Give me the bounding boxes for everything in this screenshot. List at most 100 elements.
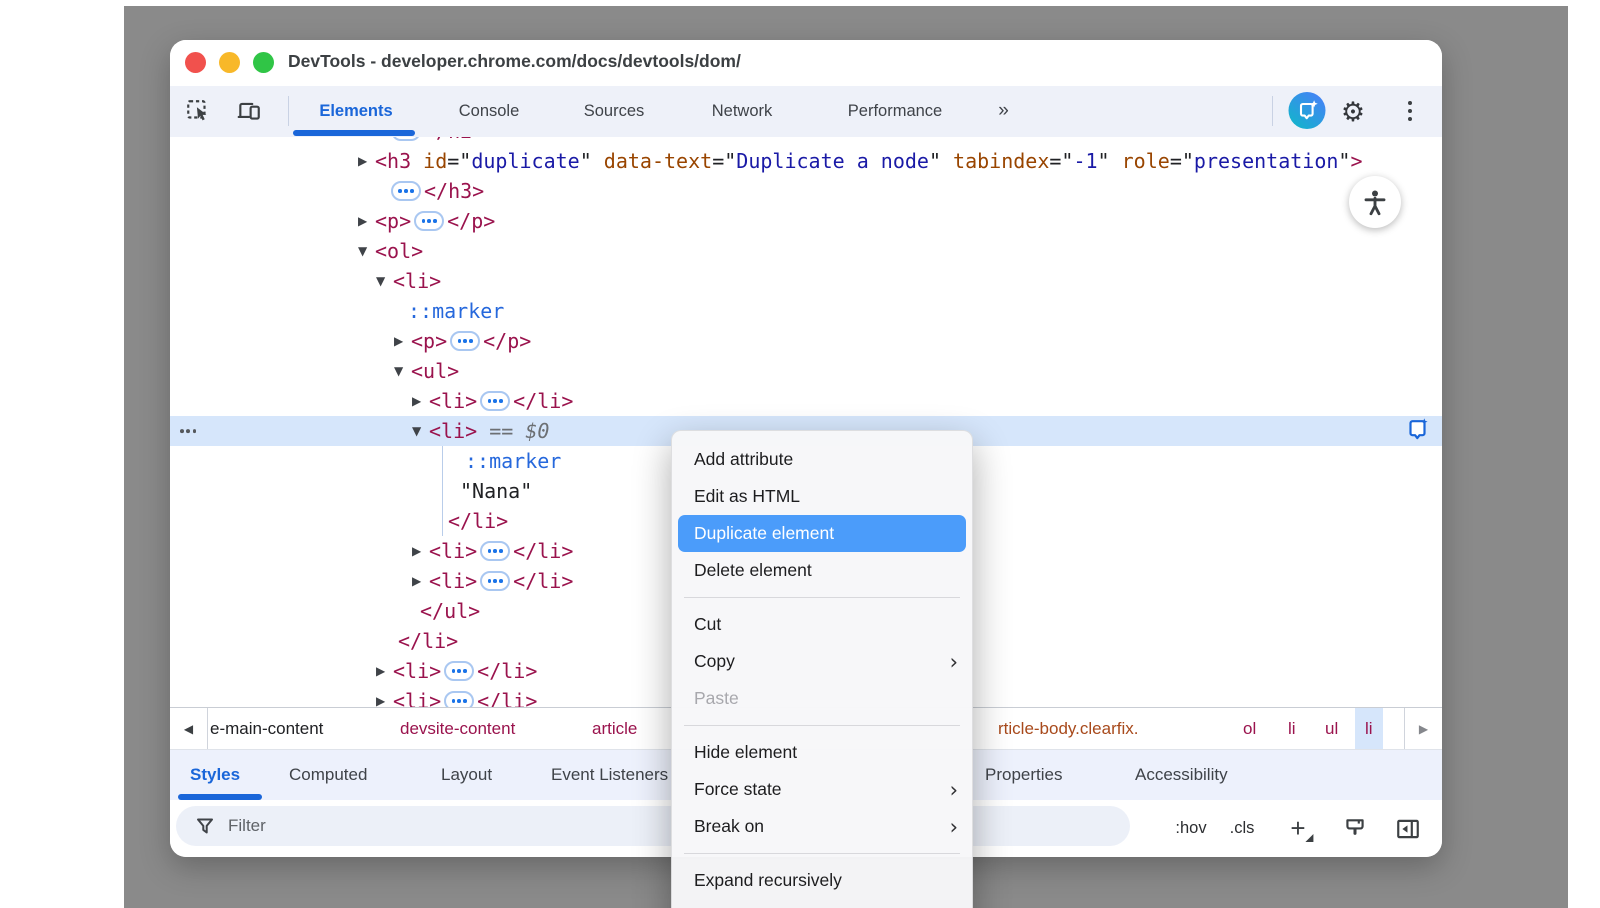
screenshot-stage: DevTools - developer.chrome.com/docs/dev… bbox=[0, 0, 1600, 908]
menu-item-add-attribute[interactable]: Add attribute bbox=[672, 441, 972, 478]
inline-ellipsis-icon[interactable] bbox=[450, 331, 480, 351]
dom-token-tag: </li> bbox=[513, 569, 573, 593]
expander-arrow-right-icon[interactable]: ▶ bbox=[412, 544, 429, 558]
device-toolbar-icon[interactable] bbox=[234, 96, 264, 126]
dom-node-row[interactable]: ▼<ol> bbox=[170, 236, 1442, 266]
dom-token-tag: <h3 bbox=[375, 149, 411, 173]
breadcrumb-scroll-right-button[interactable]: ▶ bbox=[1404, 708, 1442, 749]
dom-token-tag: <p> bbox=[375, 209, 411, 233]
settings-gear-icon[interactable]: ⚙ bbox=[1338, 97, 1368, 127]
dom-node-row[interactable]: </h3> bbox=[170, 176, 1442, 206]
toggle-hover-state-button[interactable]: :hov bbox=[1175, 800, 1206, 857]
inline-ellipsis-icon[interactable] bbox=[444, 691, 474, 707]
inline-ellipsis-icon[interactable] bbox=[480, 541, 510, 561]
menu-item-cut[interactable]: Cut bbox=[672, 606, 972, 643]
inline-ellipsis-icon[interactable] bbox=[444, 661, 474, 681]
tab-styles[interactable]: Styles bbox=[190, 750, 240, 800]
dom-token-tag: <li> bbox=[429, 419, 477, 443]
menu-item-force-state[interactable]: Force state› bbox=[672, 771, 972, 808]
new-style-rule-button[interactable]: + bbox=[1290, 800, 1305, 857]
dom-node-row[interactable]: ▶<p></p> bbox=[170, 206, 1442, 236]
dom-node-row[interactable]: ▼<li> bbox=[170, 266, 1442, 296]
dom-token-tag: </p> bbox=[483, 329, 531, 353]
tab-layout[interactable]: Layout bbox=[441, 750, 492, 800]
expander-arrow-down-icon[interactable]: ▼ bbox=[394, 364, 411, 378]
accessibility-overlay-button[interactable] bbox=[1349, 176, 1401, 228]
expander-arrow-right-icon[interactable]: ▶ bbox=[412, 574, 429, 588]
menu-item-edit-as-html[interactable]: Edit as HTML bbox=[672, 478, 972, 515]
breadcrumb-item-article[interactable]: article bbox=[592, 708, 637, 749]
context-menu: Add attributeEdit as HTMLDuplicate eleme… bbox=[671, 430, 973, 908]
breadcrumb-scroll-left-button[interactable]: ◀ bbox=[170, 708, 208, 749]
accessibility-person-icon bbox=[1360, 187, 1390, 217]
tab-event-listeners[interactable]: Event Listeners bbox=[551, 750, 668, 800]
row-more-actions-icon[interactable] bbox=[180, 429, 196, 433]
breadcrumb-item-li[interactable]: li bbox=[1288, 708, 1296, 749]
tab-properties[interactable]: Properties bbox=[985, 750, 1062, 800]
breadcrumb-item-ol[interactable]: ol bbox=[1243, 708, 1256, 749]
expander-arrow-right-icon[interactable]: ▶ bbox=[412, 394, 429, 408]
tab-elements[interactable]: Elements bbox=[319, 86, 392, 136]
inline-ellipsis-icon[interactable] bbox=[480, 571, 510, 591]
inline-ellipsis-icon[interactable] bbox=[391, 137, 421, 141]
expander-arrow-right-icon[interactable]: ▶ bbox=[358, 154, 375, 168]
inline-ellipsis-icon[interactable] bbox=[414, 211, 444, 231]
dom-node-row[interactable]: </h2> bbox=[170, 137, 1442, 146]
kebab-menu-icon[interactable] bbox=[1395, 96, 1425, 126]
expander-arrow-right-icon[interactable]: ▶ bbox=[358, 214, 375, 228]
menu-item-copy[interactable]: Copy› bbox=[672, 643, 972, 680]
close-window-button[interactable] bbox=[185, 52, 206, 73]
tab-computed[interactable]: Computed bbox=[289, 750, 367, 800]
dom-node-row[interactable]: ▶<h3 id="duplicate" data-text="Duplicate… bbox=[170, 146, 1442, 176]
dom-token-tag: <li> bbox=[393, 689, 441, 707]
breadcrumb-item-devsite-content[interactable]: devsite-content bbox=[400, 708, 515, 749]
menu-item-duplicate-element[interactable]: Duplicate element bbox=[678, 515, 966, 552]
tab-sources[interactable]: Sources bbox=[584, 86, 645, 136]
ai-assistant-icon[interactable] bbox=[1289, 92, 1326, 129]
tab-performance[interactable]: Performance bbox=[848, 86, 942, 136]
dom-token-eq: == bbox=[477, 419, 525, 443]
inspect-element-icon[interactable] bbox=[183, 96, 213, 126]
menu-item-delete-element[interactable]: Delete element bbox=[672, 552, 972, 589]
expander-arrow-down-icon[interactable]: ▼ bbox=[376, 274, 393, 288]
toggle-element-classes-button[interactable]: .cls bbox=[1230, 800, 1255, 857]
toolbar-right-divider bbox=[1272, 96, 1273, 126]
expander-arrow-right-icon[interactable]: ▶ bbox=[376, 694, 393, 707]
dom-token-tag: </li> bbox=[477, 689, 537, 707]
expander-arrow-down-icon[interactable]: ▼ bbox=[412, 424, 429, 438]
dock-sidebar-icon[interactable] bbox=[1395, 800, 1421, 857]
dom-token-tag: </li> bbox=[448, 509, 508, 533]
breadcrumb-item-rticle-body-clearfix-[interactable]: rticle-body.clearfix. bbox=[998, 708, 1138, 749]
zoom-window-button[interactable] bbox=[253, 52, 274, 73]
rendering-brush-icon[interactable] bbox=[1342, 800, 1368, 857]
inline-ellipsis-icon[interactable] bbox=[391, 181, 421, 201]
selected-row-ai-chip-icon[interactable] bbox=[1404, 415, 1433, 444]
expander-arrow-right-icon[interactable]: ▶ bbox=[394, 334, 411, 348]
menu-item-break-on[interactable]: Break on› bbox=[672, 808, 972, 845]
inline-ellipsis-icon[interactable] bbox=[480, 391, 510, 411]
dom-node-row[interactable]: ▶<li></li> bbox=[170, 386, 1442, 416]
menu-item-hide-element[interactable]: Hide element bbox=[672, 734, 972, 771]
dom-token-tag: </h3> bbox=[424, 179, 484, 203]
dom-node-row[interactable]: ▶<p></p> bbox=[170, 326, 1442, 356]
dom-node-row[interactable]: ::marker bbox=[170, 296, 1442, 326]
more-tabs-icon[interactable]: » bbox=[998, 86, 1008, 136]
expander-arrow-right-icon[interactable]: ▶ bbox=[376, 664, 393, 678]
tab-console[interactable]: Console bbox=[459, 86, 520, 136]
window-title: DevTools - developer.chrome.com/docs/dev… bbox=[288, 51, 741, 72]
dom-node-row[interactable]: ▼<ul> bbox=[170, 356, 1442, 386]
menu-separator bbox=[672, 845, 972, 862]
tab-network[interactable]: Network bbox=[712, 86, 773, 136]
tab-accessibility[interactable]: Accessibility bbox=[1135, 750, 1228, 800]
menu-item-collapse-children[interactable]: Collapse children bbox=[672, 899, 972, 908]
menu-item-expand-recursively[interactable]: Expand recursively bbox=[672, 862, 972, 899]
expander-arrow-down-icon[interactable]: ▼ bbox=[358, 244, 375, 258]
dom-token-tag: <ul> bbox=[411, 359, 459, 383]
breadcrumb-item-ul[interactable]: ul bbox=[1325, 708, 1338, 749]
breadcrumb-item-e-main-content[interactable]: e-main-content bbox=[210, 708, 323, 749]
dom-token-pun: =" bbox=[712, 149, 736, 173]
minimize-window-button[interactable] bbox=[219, 52, 240, 73]
breadcrumb-item-li[interactable]: li bbox=[1355, 708, 1383, 749]
dom-token-tag: > bbox=[1350, 149, 1362, 173]
dom-token-pun: " bbox=[1338, 149, 1350, 173]
